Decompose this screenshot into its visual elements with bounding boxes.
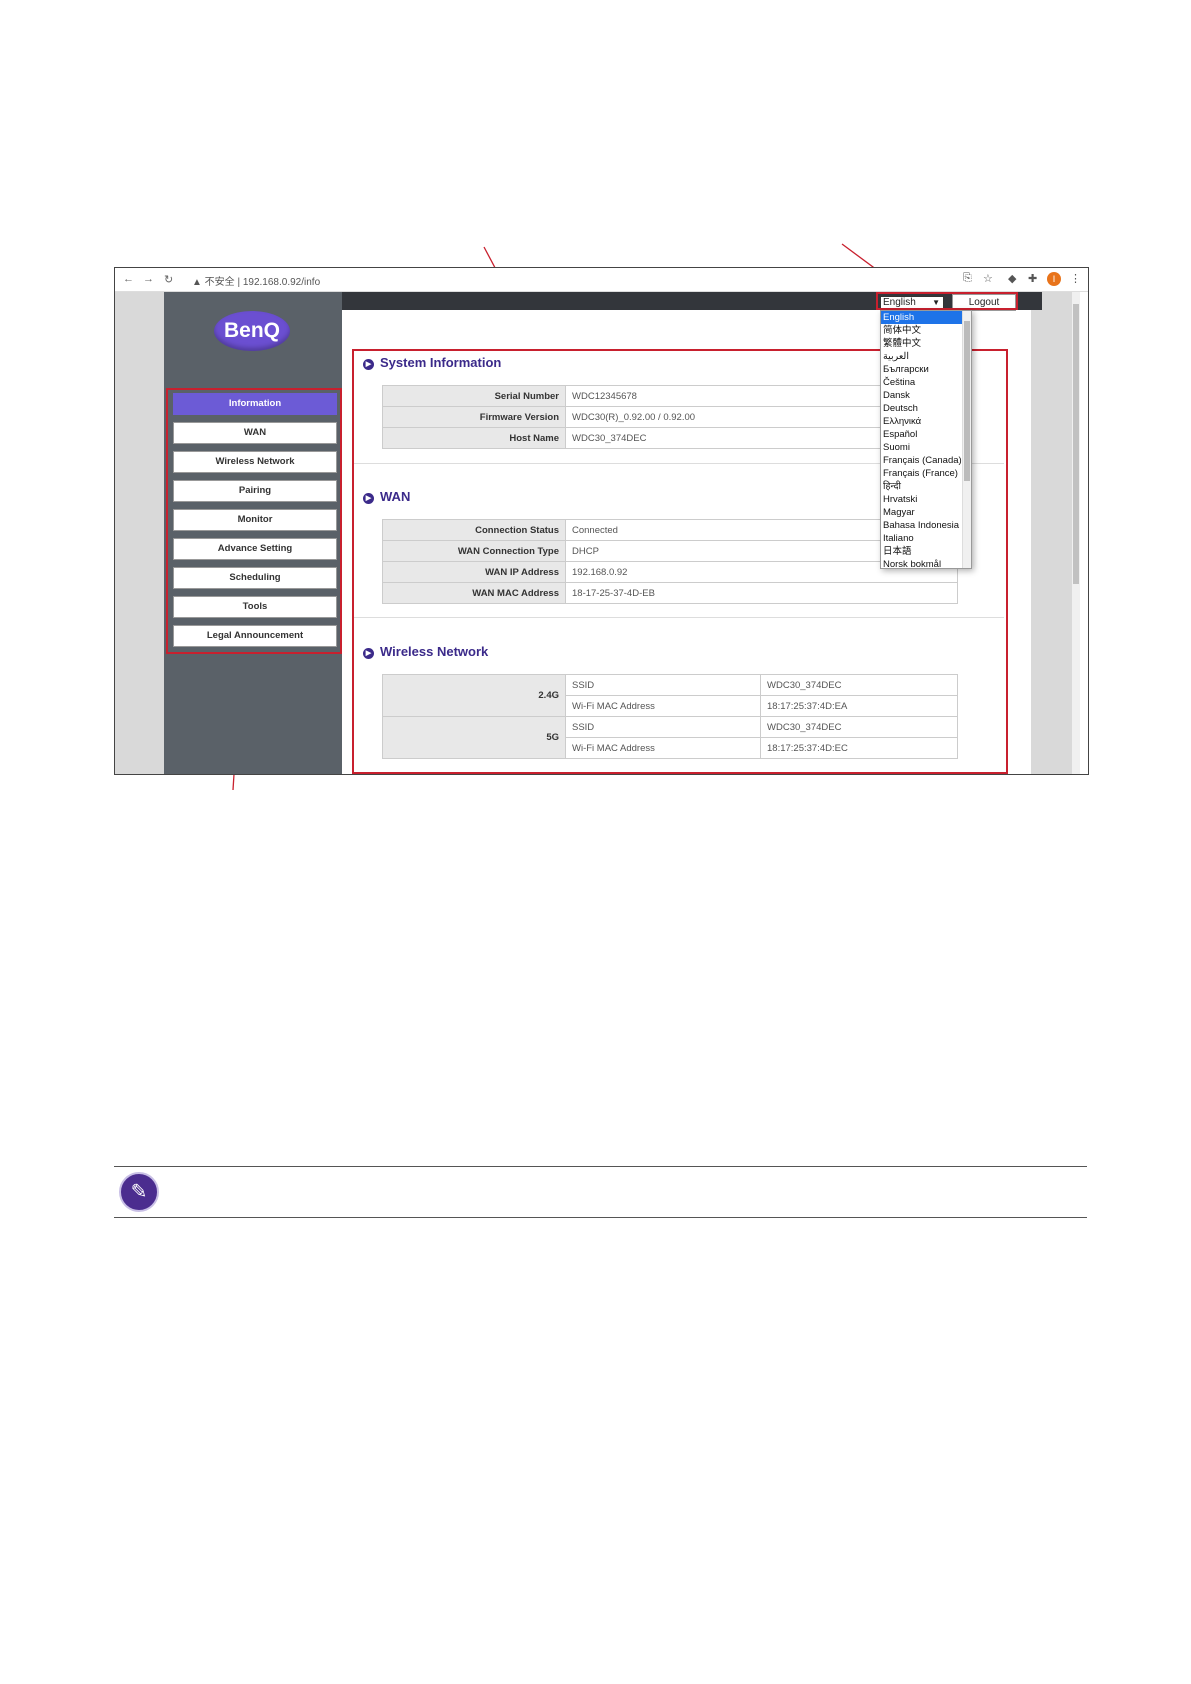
language-option[interactable]: 简体中文 <box>881 324 971 337</box>
router-app: BenQ Information WAN Wireless Network Pa… <box>115 292 1080 774</box>
language-option[interactable]: 日本語 <box>881 545 971 558</box>
language-option[interactable]: Français (France) <box>881 467 971 480</box>
language-option[interactable]: Deutsch <box>881 402 971 415</box>
dropdown-scroll-thumb[interactable] <box>964 321 970 481</box>
language-option[interactable]: Ελληνικά <box>881 415 971 428</box>
language-dropdown[interactable]: English 简体中文 繁體中文 العربية Български Čeština Da… <box>880 310 972 569</box>
sidebar-item-scheduling[interactable]: Scheduling <box>173 567 337 589</box>
note-top-rule <box>114 1166 1087 1167</box>
language-option[interactable]: العربية <box>881 350 971 363</box>
language-option[interactable]: Suomi <box>881 441 971 454</box>
sidebar-item-tools[interactable]: Tools <box>173 596 337 618</box>
note-bottom-rule <box>114 1217 1087 1218</box>
back-icon[interactable]: ← <box>123 273 134 285</box>
sidebar-item-pairing[interactable]: Pairing <box>173 480 337 502</box>
language-option[interactable]: Magyar <box>881 506 971 519</box>
page-scrollbar[interactable] <box>1072 292 1080 774</box>
benq-logo: BenQ <box>214 311 290 351</box>
star-icon[interactable]: ☆ <box>983 272 993 285</box>
language-highlight-box <box>876 292 1018 310</box>
language-option[interactable]: Български <box>881 363 971 376</box>
share-icon[interactable]: ⎘ <box>963 272 972 285</box>
language-option[interactable]: 繁體中文 <box>881 337 971 350</box>
reload-icon[interactable]: ↻ <box>164 273 173 286</box>
sidebar-item-legal-announcement[interactable]: Legal Announcement <box>173 625 337 647</box>
sidebar-item-monitor[interactable]: Monitor <box>173 509 337 531</box>
extension-icon[interactable]: ◆ <box>1008 272 1016 285</box>
language-option[interactable]: Español <box>881 428 971 441</box>
pencil-icon: ✎ <box>119 1172 159 1212</box>
avatar[interactable]: I <box>1047 272 1061 286</box>
page-scroll-thumb[interactable] <box>1073 304 1079 584</box>
address-url: 192.168.0.92/info <box>242 277 321 288</box>
language-option[interactable]: Hrvatski <box>881 493 971 506</box>
address-security: ▲ 不安全 | <box>192 277 241 288</box>
language-option[interactable]: Čeština <box>881 376 971 389</box>
sidebar-item-information[interactable]: Information <box>173 393 337 415</box>
menu-icon[interactable]: ⋮ <box>1070 272 1081 285</box>
sidebar-nav: Information WAN Wireless Network Pairing… <box>166 388 342 654</box>
language-option[interactable]: Français (Canada) <box>881 454 971 467</box>
sidebar-item-wireless-network[interactable]: Wireless Network <box>173 451 337 473</box>
browser-screenshot: ← → ↻ ▲ 不安全 | 192.168.0.92/info ⎘ ☆ ◆ ✚ … <box>114 267 1089 775</box>
language-option[interactable]: Bahasa Indonesia <box>881 519 971 532</box>
sidebar-item-advance-setting[interactable]: Advance Setting <box>173 538 337 560</box>
language-options: English 简体中文 繁體中文 العربية Български Čeština Da… <box>881 311 971 568</box>
sidebar-item-wan[interactable]: WAN <box>173 422 337 444</box>
dropdown-scrollbar[interactable] <box>962 311 971 568</box>
language-option[interactable]: Italiano <box>881 532 971 545</box>
language-option[interactable]: हिन्दी <box>881 480 971 493</box>
callout-lines <box>232 243 905 791</box>
puzzle-icon[interactable]: ✚ <box>1028 272 1037 285</box>
address-bar[interactable]: ▲ 不安全 | 192.168.0.92/info <box>192 273 320 288</box>
forward-icon[interactable]: → <box>143 273 154 285</box>
language-option[interactable]: English <box>881 311 971 324</box>
language-option[interactable]: Dansk <box>881 389 971 402</box>
sidebar: BenQ Information WAN Wireless Network Pa… <box>164 292 342 774</box>
browser-toolbar: ← → ↻ ▲ 不安全 | 192.168.0.92/info ⎘ ☆ ◆ ✚ … <box>115 268 1088 292</box>
language-option[interactable]: Norsk bokmål <box>881 558 971 568</box>
